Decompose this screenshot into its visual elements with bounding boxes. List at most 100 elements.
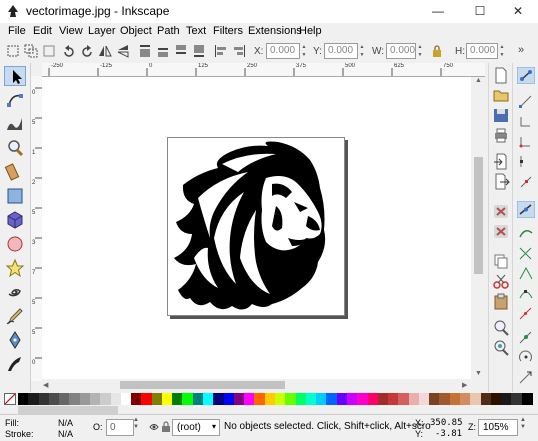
horizontal-scrollbar[interactable]: ◀ ▶ (42, 379, 471, 391)
flip-vertical-icon[interactable] (116, 44, 130, 58)
calligraphy-tool[interactable] (4, 354, 26, 374)
open-folder-icon[interactable] (492, 87, 510, 104)
zoom-input[interactable]: 105% (478, 419, 518, 436)
menu-object[interactable]: Object (120, 25, 152, 37)
cut-icon[interactable] (492, 273, 510, 290)
menu-extensions[interactable]: Extensions (248, 25, 302, 37)
pencil-tool[interactable] (4, 306, 26, 326)
align-left-icon[interactable] (214, 44, 228, 58)
select-all-layers-icon[interactable] (24, 44, 38, 58)
close-button[interactable]: ✕ (498, 0, 538, 23)
flip-horizontal-icon[interactable] (98, 44, 112, 58)
node-tool[interactable] (4, 90, 26, 110)
layer-lock-icon[interactable] (161, 421, 171, 432)
measure-tool[interactable] (4, 162, 26, 182)
snap-bbox-midpoint-icon[interactable] (517, 153, 535, 170)
star-tool[interactable] (4, 258, 26, 278)
horizontal-scroll-thumb[interactable] (120, 381, 285, 389)
vertical-scroll-thumb[interactable] (474, 157, 483, 274)
width-spinner[interactable]: ▲ ▼ (416, 43, 424, 59)
y-spinner[interactable]: ▲ ▼ (358, 43, 366, 59)
pen-tool[interactable] (4, 330, 26, 350)
copy-icon[interactable] (492, 253, 510, 270)
zoom-spinner[interactable]: ▲ ▼ (520, 417, 526, 431)
snap-path-intersection-icon[interactable] (517, 245, 535, 262)
rotate-cw-icon[interactable] (80, 44, 94, 58)
current-layer-select[interactable]: (root) ▾ (172, 419, 220, 436)
align-right-icon[interactable] (232, 44, 246, 58)
raise-to-top-icon[interactable] (138, 44, 152, 58)
snap-nodes-icon[interactable] (517, 201, 535, 218)
vertical-scrollbar[interactable]: ▲ ▼ (471, 77, 485, 379)
lower-to-bottom-icon[interactable] (192, 44, 206, 58)
snap-bbox-corner-icon[interactable] (517, 133, 535, 150)
menu-file[interactable]: File (8, 25, 26, 37)
color-swatch[interactable] (521, 393, 533, 405)
select-all-icon[interactable] (6, 44, 20, 58)
undo-icon[interactable] (492, 203, 510, 220)
ellipse-tool[interactable] (4, 234, 26, 254)
menu-text[interactable]: Text (186, 25, 206, 37)
height-input[interactable]: 0.000 (466, 43, 498, 59)
snap-toggle-icon[interactable] (517, 67, 535, 84)
menu-path[interactable]: Path (157, 25, 180, 37)
snap-object-centers-icon[interactable] (517, 329, 535, 346)
menu-edit[interactable]: Edit (33, 25, 52, 37)
menu-filters[interactable]: Filters (213, 25, 243, 37)
save-icon[interactable] (492, 107, 510, 124)
no-paint-swatch[interactable] (4, 393, 16, 405)
y-input[interactable]: 0.000 (324, 43, 358, 59)
snap-rotation-center-icon[interactable] (517, 349, 535, 366)
scroll-left-arrow[interactable]: ◀ (43, 381, 48, 389)
raise-icon[interactable] (156, 44, 170, 58)
scroll-down-arrow[interactable]: ▼ (475, 370, 482, 377)
snap-cusp-nodes-icon[interactable] (517, 265, 535, 282)
stroke-value[interactable]: N/A (58, 429, 73, 439)
x-input[interactable]: 0.000 (266, 43, 300, 59)
lower-icon[interactable] (174, 44, 188, 58)
zoom-selection-icon[interactable] (492, 319, 510, 336)
snap-bbox-icon[interactable] (517, 93, 535, 110)
palette-scrollbar[interactable] (18, 406, 118, 414)
menu-view[interactable]: View (59, 25, 83, 37)
new-document-icon[interactable] (492, 67, 510, 84)
layer-visibility-icon[interactable] (149, 422, 159, 432)
minimize-button[interactable]: — (418, 0, 458, 23)
zoom-tool[interactable] (4, 138, 26, 158)
redo-icon[interactable] (492, 223, 510, 240)
export-icon[interactable] (492, 173, 510, 190)
width-input[interactable]: 0.000 (386, 43, 416, 59)
snap-bbox-center-icon[interactable] (517, 173, 535, 190)
scroll-up-arrow[interactable]: ▲ (475, 77, 482, 84)
snap-line-midpoints-icon[interactable] (517, 305, 535, 322)
paste-icon[interactable] (492, 293, 510, 310)
scroll-right-arrow[interactable]: ▶ (462, 381, 467, 389)
snap-smooth-nodes-icon[interactable] (517, 285, 535, 302)
zoom-drawing-icon[interactable] (492, 339, 510, 356)
spiral-tool[interactable] (4, 282, 26, 302)
deselect-icon[interactable] (42, 44, 56, 58)
tweak-tool[interactable] (4, 114, 26, 134)
lion-head-image[interactable] (168, 138, 344, 315)
fill-value[interactable]: N/A (58, 418, 73, 428)
snap-paths-icon[interactable] (517, 225, 535, 242)
maximize-button[interactable]: ☐ (460, 0, 500, 23)
menu-help[interactable]: Help (299, 25, 322, 37)
menu-layer[interactable]: Layer (88, 25, 116, 37)
opacity-spinner[interactable]: ▲ ▼ (133, 417, 139, 431)
document-page[interactable] (167, 137, 345, 316)
snap-bbox-edge-icon[interactable] (517, 113, 535, 130)
toolbar-overflow-button[interactable]: » (518, 44, 524, 56)
selector-tool[interactable] (4, 66, 26, 86)
print-icon[interactable] (492, 127, 510, 144)
3dbox-tool[interactable] (4, 210, 26, 230)
x-spinner[interactable]: ▲ ▼ (300, 43, 308, 59)
opacity-input[interactable]: 0 (106, 419, 134, 436)
import-icon[interactable] (492, 153, 510, 170)
horizontal-ruler[interactable]: -250 -125 0 125 250 375 500 625 750 (42, 63, 485, 77)
rotate-ccw-icon[interactable] (62, 44, 76, 58)
rectangle-tool[interactable] (4, 186, 26, 206)
height-spinner[interactable]: ▲ ▼ (498, 43, 506, 59)
snap-page-border-icon[interactable] (517, 369, 535, 386)
lock-icon[interactable] (430, 44, 444, 58)
